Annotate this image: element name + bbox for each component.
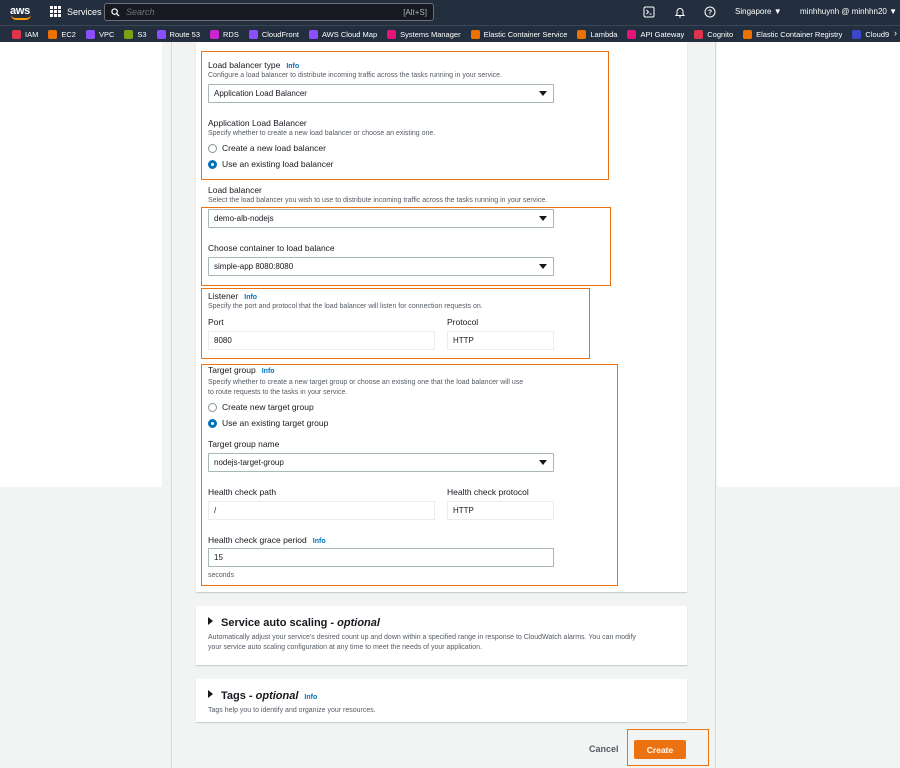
highlight-box (201, 364, 618, 586)
service-icon (470, 29, 480, 39)
highlight-box (627, 729, 709, 766)
favorite-cognito[interactable]: Cognito (694, 29, 734, 39)
service-icon (308, 29, 318, 39)
favorite-aws-cloud-map[interactable]: AWS Cloud Map (308, 29, 378, 39)
service-icon (852, 29, 862, 39)
favorite-label: RDS (223, 29, 239, 39)
favorite-s3[interactable]: S3 (124, 29, 147, 39)
search-bar[interactable]: [Alt+S] (104, 3, 434, 21)
highlight-box (201, 288, 590, 359)
aws-logo[interactable]: aws (10, 3, 34, 21)
service-icon (743, 29, 753, 39)
favorite-ec2[interactable]: EC2 (48, 29, 76, 39)
service-icon (210, 29, 219, 39)
auto-scaling-description-2: your service auto scaling configuration … (208, 644, 482, 651)
caret-right-icon (208, 690, 213, 698)
tags-description: Tags help you to identify and organize y… (208, 707, 376, 714)
help-icon[interactable]: ? (704, 6, 716, 18)
service-icon (627, 29, 637, 39)
tags-toggle[interactable]: Tags - optional Info (208, 690, 317, 702)
favorite-label: Route 53 (169, 29, 200, 39)
favorite-label: Cognito (707, 29, 734, 39)
favorites-bar: IAM EC2 VPC S3 Route 53 RDS CloudFront AWS Clou… (0, 25, 900, 42)
favorite-label: API Gateway (640, 29, 685, 39)
highlight-box (201, 51, 609, 180)
grid-icon (50, 6, 61, 17)
region-selector[interactable]: Singapore ▼ (735, 7, 782, 16)
service-icon (156, 29, 166, 39)
aws-smile-icon (11, 15, 31, 20)
service-icon (387, 29, 397, 39)
favorite-iam[interactable]: IAM (12, 29, 39, 39)
services-menu-button[interactable]: Services (50, 6, 102, 17)
favorite-route-53[interactable]: Route 53 (156, 29, 200, 39)
favorite-elastic-container-service[interactable]: Elastic Container Service (470, 29, 568, 39)
favorite-label: Cloud9 (865, 29, 890, 39)
services-label: Services (67, 6, 102, 17)
left-page-margin (0, 42, 162, 487)
favorite-api-gateway[interactable]: API Gateway (627, 29, 685, 39)
right-page-margin (717, 42, 900, 487)
favorite-systems-manager[interactable]: Systems Manager (387, 29, 461, 39)
service-icon (694, 29, 704, 39)
service-icon (124, 29, 134, 39)
favorite-label: AWS Cloud Map (321, 29, 378, 39)
top-navigation: aws Services [Alt+S] ? Singapore ▼ minhh… (0, 0, 900, 25)
service-icon (48, 29, 58, 39)
auto-scaling-title: Service auto scaling - (221, 617, 338, 629)
account-menu[interactable]: minhhuynh @ minhhn20 ▼ (800, 7, 897, 16)
favorite-lambda[interactable]: Lambda (577, 29, 618, 39)
tags-info-link[interactable]: Info (304, 694, 317, 701)
chevron-right-icon[interactable]: › (894, 28, 897, 38)
service-icon (12, 29, 21, 39)
favorite-cloud9[interactable]: Cloud9 (852, 29, 890, 39)
favorite-label: EC2 (61, 29, 76, 39)
cancel-button[interactable]: Cancel (589, 744, 619, 754)
favorite-label: Systems Manager (400, 29, 461, 39)
favorite-label: IAM (25, 29, 39, 39)
tags-optional: optional (255, 690, 299, 702)
auto-scaling-toggle[interactable]: Service auto scaling - optional (208, 617, 380, 629)
search-icon (111, 7, 120, 17)
highlight-box (201, 207, 611, 286)
favorite-label: Lambda (590, 29, 618, 39)
favorite-vpc[interactable]: VPC (85, 29, 115, 39)
cloudshell-icon[interactable] (643, 6, 655, 18)
search-input[interactable] (126, 7, 404, 17)
favorite-label: Elastic Container Service (483, 29, 568, 39)
favorite-label: Elastic Container Registry (756, 29, 843, 39)
favorite-label: VPC (98, 29, 115, 39)
bell-icon[interactable] (674, 6, 686, 18)
favorite-elastic-container-registry[interactable]: Elastic Container Registry (743, 29, 843, 39)
service-icon (85, 29, 95, 39)
caret-right-icon (208, 617, 213, 625)
favorite-cloudfront[interactable]: CloudFront (248, 29, 299, 39)
tags-title: Tags - (221, 690, 256, 702)
load-balancer-label: Load balancer (208, 185, 262, 195)
favorite-label: S3 (137, 29, 147, 39)
favorite-rds[interactable]: RDS (210, 29, 239, 39)
service-icon (577, 29, 587, 39)
auto-scaling-optional: optional (337, 617, 380, 629)
search-shortcut-hint: [Alt+S] (403, 7, 427, 17)
favorite-label: CloudFront (261, 29, 299, 39)
load-balancer-description: Select the load balancer you wish to use… (208, 197, 548, 204)
svg-text:?: ? (708, 10, 712, 17)
service-icon (248, 29, 258, 39)
auto-scaling-description-1: Automatically adjust your service's desi… (208, 634, 636, 641)
